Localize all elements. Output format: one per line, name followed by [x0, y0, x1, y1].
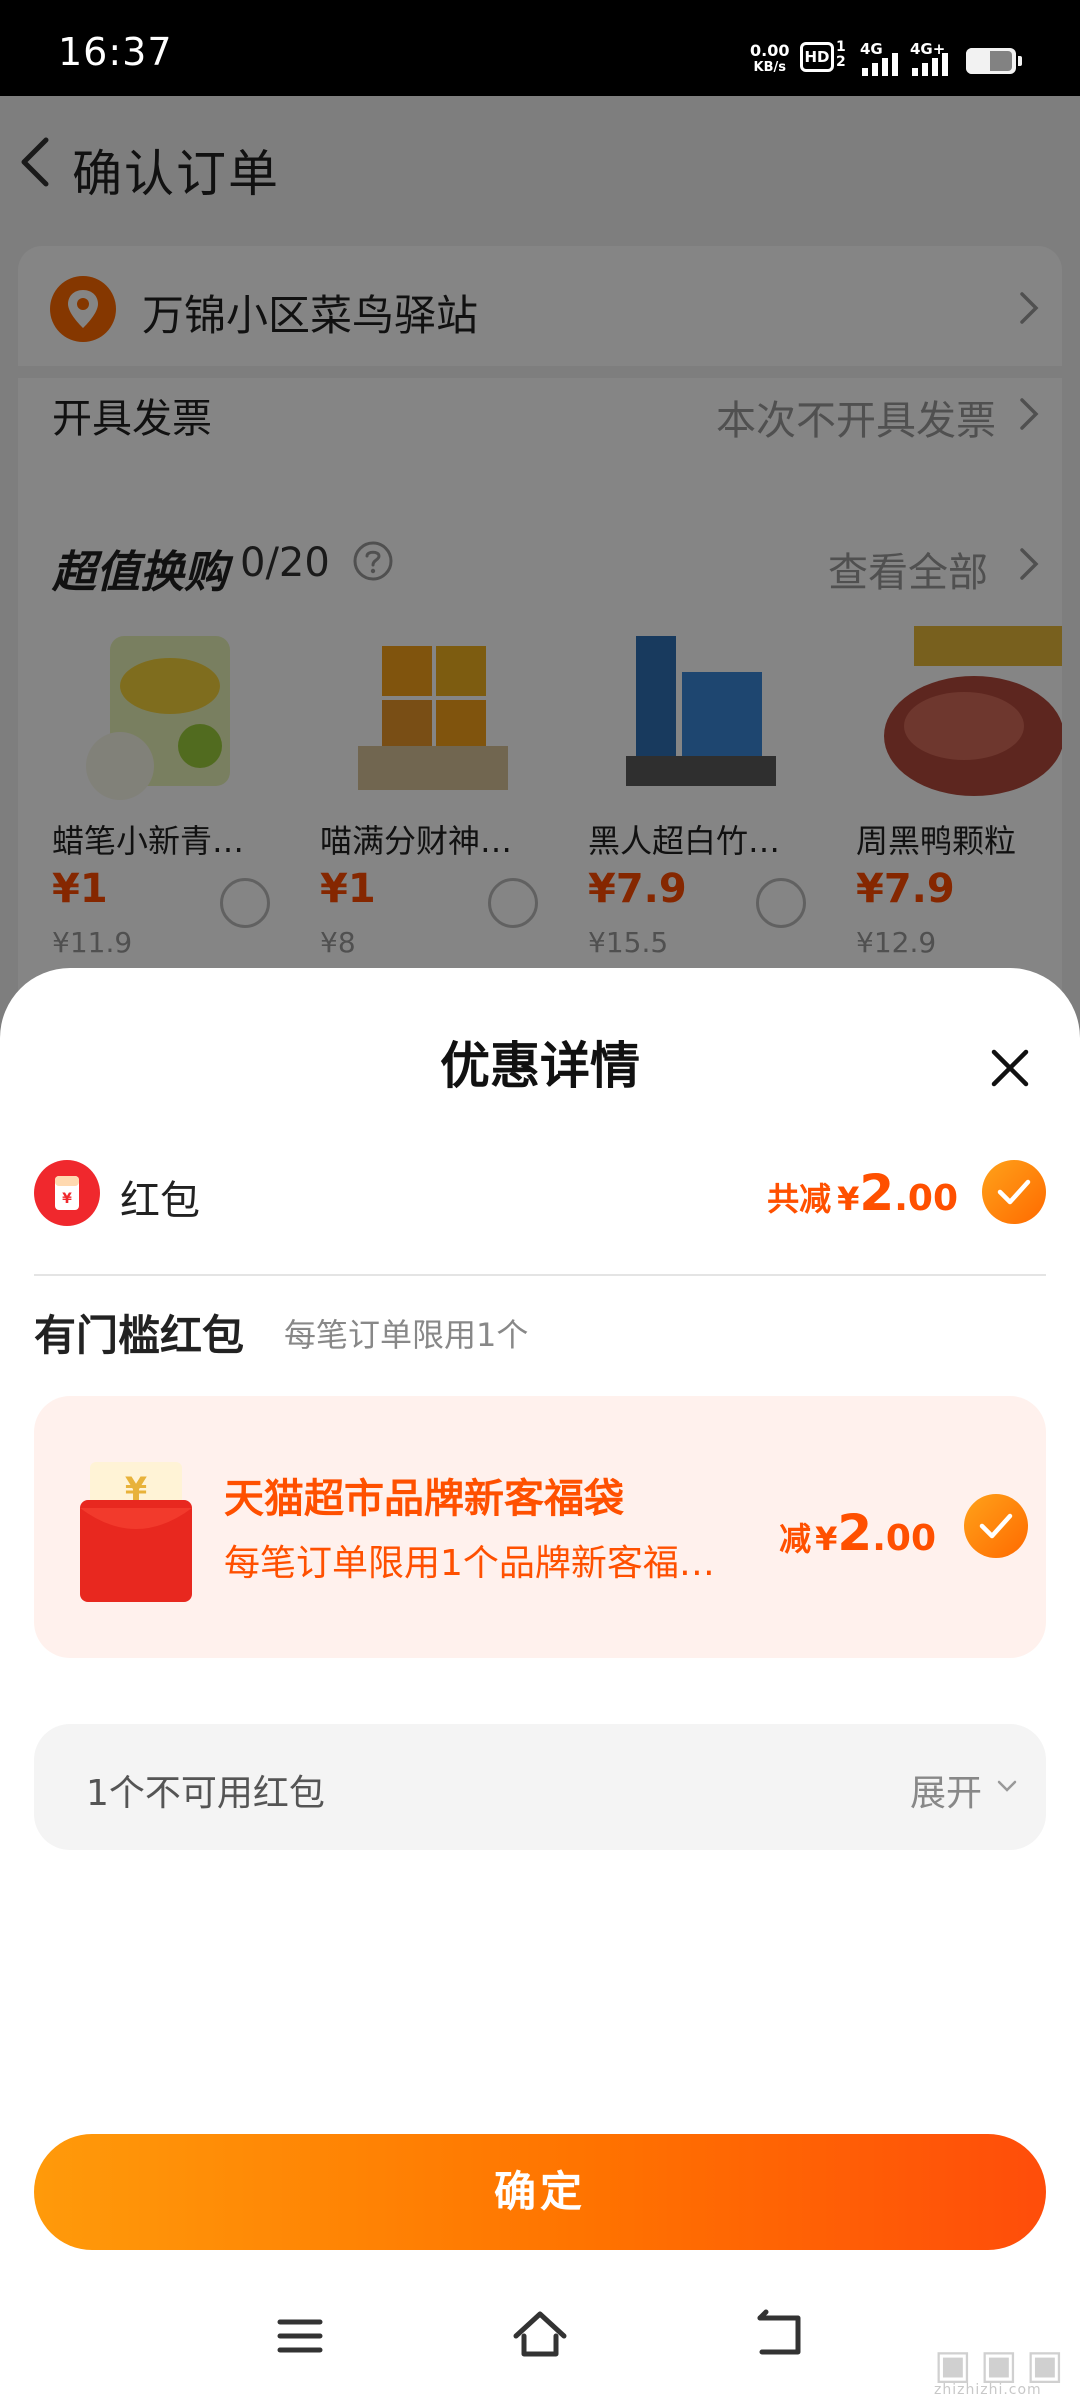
coupon-amount: 减 ¥2.00 [779, 1504, 936, 1562]
signal-icon-sim2: 4G+ [906, 40, 960, 76]
system-nav-bar [0, 2280, 1080, 2400]
threshold-section-subtitle: 每笔订单限用1个 [284, 1316, 529, 1354]
chevron-down-icon[interactable] [996, 1778, 1018, 1794]
threshold-section-title: 有门槛红包 [34, 1311, 245, 1360]
unavailable-label: 1个不可用红包 [86, 1773, 325, 1814]
back-nav-icon[interactable] [750, 2306, 810, 2366]
total-discount: 共减 ¥2.00 [767, 1164, 958, 1222]
sheet-title: 优惠详情 [440, 1037, 640, 1095]
discount-details-sheet: 优惠详情 ¥ 红包 共减 ¥2.00 有门槛红包 每笔订单限用1个 ¥ 天猫超市品… [0, 968, 1080, 2400]
menu-icon[interactable] [270, 2306, 330, 2366]
watermark-logo: ▣ [980, 2342, 1018, 2388]
signal-icon-sim1: 4G [856, 40, 910, 76]
home-icon[interactable] [510, 2306, 570, 2366]
watermark-text: zhizhizhi.com [934, 2382, 1042, 2398]
red-packet-row[interactable]: ¥ 红包 共减 ¥2.00 [34, 1158, 1046, 1240]
status-bar: 16:37 0.00 KB/s HD 1 2 4G 4G+ [0, 0, 1080, 96]
coupon-title: 天猫超市品牌新客福袋 [224, 1476, 624, 1522]
hd-voice-icon: HD [800, 42, 834, 72]
coupon-card[interactable]: ¥ 天猫超市品牌新客福袋 每笔订单限用1个品牌新客福… 减 ¥2.00 [34, 1396, 1046, 1658]
coupon-description: 每笔订单限用1个品牌新客福… [224, 1543, 715, 1584]
checked-icon[interactable] [964, 1494, 1028, 1558]
red-packet-icon: ¥ [34, 1160, 100, 1226]
watermark-logo: ▣ [934, 2342, 972, 2388]
expand-link[interactable]: 展开 [910, 1764, 982, 1816]
watermark: ▣ ▣ ▣ zhizhizhi.com [930, 2342, 1080, 2400]
red-packet-label: 红包 [120, 1178, 200, 1224]
red-envelope-icon: ¥ [80, 1462, 192, 1602]
close-icon[interactable] [986, 1044, 1034, 1092]
clock: 16:37 [58, 30, 173, 74]
unavailable-red-packets-row[interactable]: 1个不可用红包 展开 [34, 1724, 1046, 1850]
confirm-button[interactable]: 确定 [34, 2134, 1046, 2250]
checked-icon[interactable] [982, 1160, 1046, 1224]
svg-text:¥: ¥ [62, 1191, 72, 1207]
battery-icon [966, 48, 1022, 74]
network-speed: 0.00 KB/s [750, 41, 790, 75]
divider [34, 1274, 1046, 1276]
watermark-logo: ▣ [1026, 2342, 1064, 2388]
sim-numbers: 1 2 [836, 39, 846, 70]
